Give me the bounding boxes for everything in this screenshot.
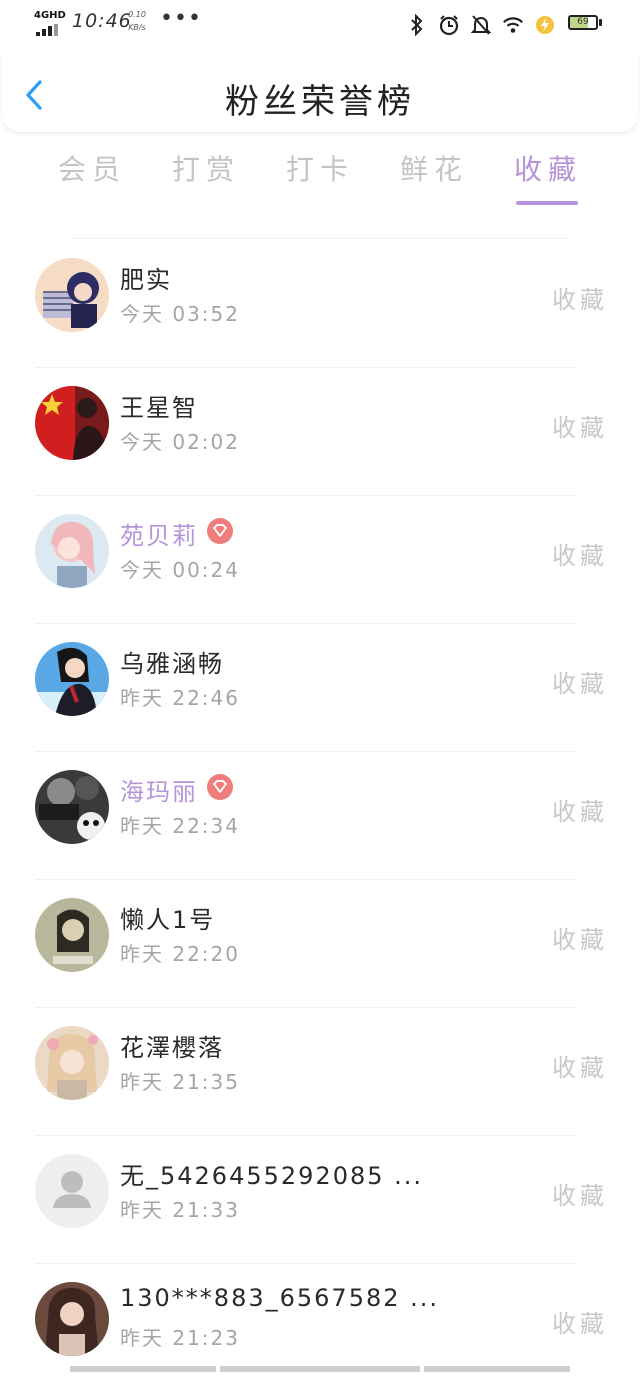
divider (70, 238, 570, 239)
favorite-label: 收藏 (552, 542, 608, 570)
alarm-icon (438, 14, 460, 36)
status-bar: 4GHD 10:46 0.10 KB/s ••• 69 (0, 0, 640, 48)
tab-favorites[interactable]: 收藏 (493, 148, 603, 206)
charging-icon (534, 14, 556, 36)
fan-name: 无_5426455292085 ... (120, 1162, 424, 1190)
bottom-bar-segment (424, 1366, 570, 1372)
avatar[interactable] (35, 1026, 109, 1100)
network-type: 4GHD (34, 10, 66, 21)
fan-name: 海玛丽 (120, 778, 198, 806)
fan-time: 昨天 22:46 (120, 686, 240, 710)
fan-name: 苑贝莉 (120, 522, 198, 550)
tab-member[interactable]: 会员 (37, 148, 147, 206)
fan-time: 昨天 21:33 (120, 1198, 240, 1222)
avatar[interactable] (35, 770, 109, 844)
avatar[interactable] (35, 258, 109, 332)
favorite-label: 收藏 (552, 926, 608, 954)
fan-time: 昨天 22:20 (120, 942, 240, 966)
avatar[interactable] (35, 1154, 109, 1228)
fan-name: 乌雅涵畅 (120, 650, 224, 678)
fan-name: 懒人1号 (120, 906, 216, 934)
list-item[interactable]: 无_5426455292085 ... 昨天 21:33 收藏 (0, 1136, 640, 1264)
more-notifications-icon: ••• (160, 6, 202, 31)
active-tab-indicator (516, 201, 578, 205)
favorite-label: 收藏 (552, 670, 608, 698)
bottom-bar-segment (220, 1366, 420, 1372)
favorite-label: 收藏 (552, 1182, 608, 1210)
list-item[interactable]: 海玛丽 昨天 22:34 收藏 (0, 752, 640, 880)
favorite-label: 收藏 (552, 1054, 608, 1082)
fan-time: 今天 00:24 (120, 558, 240, 582)
vip-diamond-icon (207, 518, 233, 544)
avatar[interactable] (35, 642, 109, 716)
list-item[interactable]: 花澤櫻落 昨天 21:35 收藏 (0, 1008, 640, 1136)
tab-bar: 会员 打赏 打卡 鲜花 收藏 (0, 148, 640, 208)
clock: 10:46 (72, 10, 132, 32)
fan-time: 今天 02:02 (120, 430, 240, 454)
avatar[interactable] (35, 386, 109, 460)
wifi-icon (502, 14, 524, 36)
network-indicator: 4GHD (34, 10, 66, 36)
fan-time: 昨天 21:35 (120, 1070, 240, 1094)
signal-icon (36, 24, 60, 36)
fan-time: 昨天 21:23 (120, 1326, 240, 1350)
list-item[interactable]: 肥实 今天 03:52 收藏 (0, 240, 640, 368)
favorite-label: 收藏 (552, 1310, 608, 1338)
fan-name: 王星智 (120, 394, 198, 422)
list-item[interactable]: 懒人1号 昨天 22:20 收藏 (0, 880, 640, 1008)
bottom-bar-segment (70, 1366, 216, 1372)
fan-time: 昨天 22:34 (120, 814, 240, 838)
network-speed-value: 0.10 (128, 10, 146, 19)
favorite-label: 收藏 (552, 286, 608, 314)
status-icons (406, 12, 556, 38)
list-item[interactable]: 苑贝莉 今天 00:24 收藏 (0, 496, 640, 624)
avatar[interactable] (35, 898, 109, 972)
battery-icon: 69 (568, 15, 602, 32)
avatar[interactable] (35, 1282, 109, 1356)
tab-checkin[interactable]: 打卡 (265, 148, 375, 206)
network-speed: 0.10 KB/s (126, 8, 148, 34)
favorite-label: 收藏 (552, 414, 608, 442)
list-item[interactable]: 王星智 今天 02:02 收藏 (0, 368, 640, 496)
vip-diamond-icon (207, 774, 233, 800)
network-speed-unit: KB/s (128, 23, 146, 32)
tab-flowers[interactable]: 鲜花 (379, 148, 489, 206)
fan-name: 花澤櫻落 (120, 1034, 224, 1062)
fan-time: 今天 03:52 (120, 302, 240, 326)
tab-reward[interactable]: 打赏 (151, 148, 261, 206)
header: 粉丝荣誉榜 (2, 50, 638, 133)
mute-bell-icon (470, 14, 492, 36)
list-item[interactable]: 乌雅涵畅 昨天 22:46 收藏 (0, 624, 640, 752)
favorite-label: 收藏 (552, 798, 608, 826)
battery-level: 69 (577, 17, 589, 27)
avatar[interactable] (35, 514, 109, 588)
bluetooth-icon (406, 14, 428, 36)
fan-name: 肥实 (120, 266, 172, 294)
fan-name: 130***883_6567582 ... (120, 1284, 440, 1312)
list-item[interactable]: 130***883_6567582 ... 昨天 21:23 收藏 (0, 1264, 640, 1392)
page-title: 粉丝荣誉榜 (225, 82, 415, 122)
